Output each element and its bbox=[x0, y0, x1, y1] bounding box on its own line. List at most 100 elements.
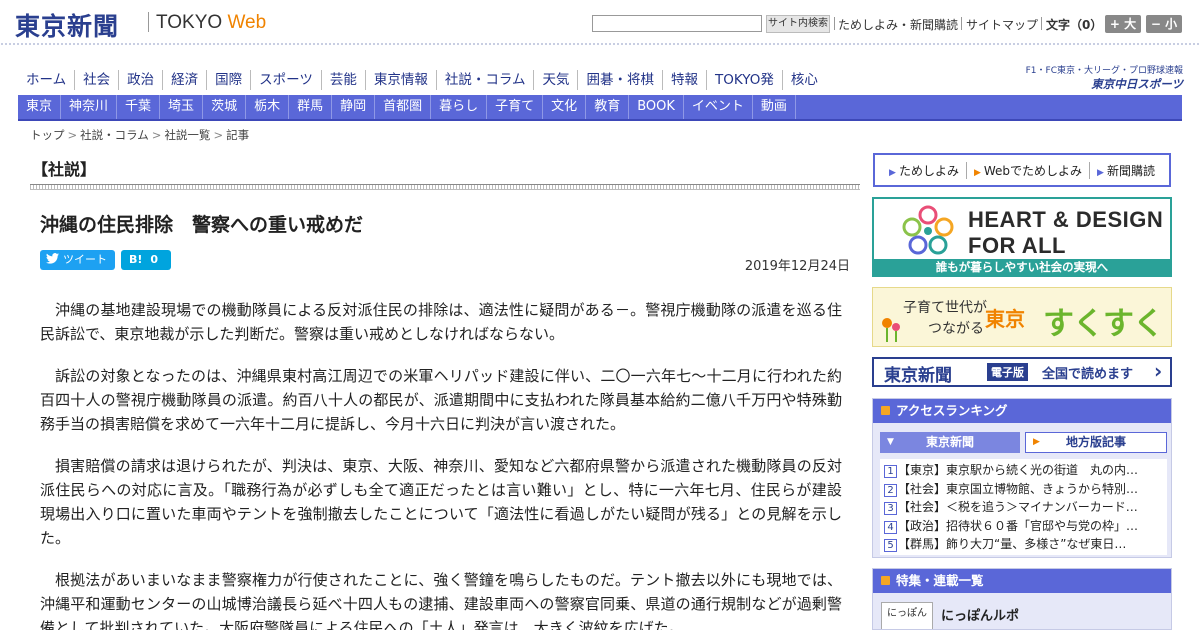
hatena-bookmark-button[interactable]: B! 0 bbox=[121, 250, 171, 270]
font-smaller-button[interactable]: − 小 bbox=[1146, 15, 1182, 33]
nav-sports[interactable]: スポーツ bbox=[250, 70, 321, 90]
subnav-culture[interactable]: 文化 bbox=[543, 95, 587, 119]
tab-local-articles[interactable]: ▶ 地方版記事 bbox=[1025, 432, 1167, 453]
nav-editorial-column[interactable]: 社説・コラム bbox=[435, 70, 534, 90]
nav-home[interactable]: ホーム bbox=[20, 70, 74, 90]
subnav-saitama[interactable]: 埼玉 bbox=[160, 95, 204, 119]
nav-society[interactable]: 社会 bbox=[74, 70, 118, 90]
subnav-shutoken[interactable]: 首都圏 bbox=[375, 95, 432, 119]
sukusuku-tokyo-text: 東京 bbox=[985, 307, 1025, 331]
font-larger-button[interactable]: + 大 bbox=[1105, 15, 1141, 33]
sukusuku-tagline-2: つながる bbox=[928, 321, 984, 337]
article-date: 2019年12月24日 bbox=[744, 259, 850, 274]
subnav-kosodate[interactable]: 子育て bbox=[487, 95, 544, 119]
tab-local-articles-label: 地方版記事 bbox=[1065, 435, 1126, 449]
ranking-list: 1 【東京】東京駅から続く光の街道 丸の内… 2 【社会】東京国立博物館、きょうから… bbox=[880, 459, 1167, 555]
header-divider bbox=[1041, 17, 1042, 30]
subnav-ibaraki[interactable]: 茨城 bbox=[203, 95, 247, 119]
arrow-right-icon: ▶ bbox=[973, 167, 981, 178]
feature-item-title[interactable]: にっぽんルポ bbox=[941, 605, 1019, 624]
article-headline: 沖縄の住民排除 警察への重い戒めだ bbox=[40, 214, 364, 236]
access-ranking-title: アクセスランキング bbox=[896, 403, 1008, 418]
rank-number: 4 bbox=[884, 520, 897, 534]
breadcrumb-editorial-column[interactable]: 社説・コラム bbox=[80, 128, 149, 142]
web-trial-reading-label: Webでためしよみ bbox=[983, 163, 1083, 178]
ranking-item[interactable]: 4 【政治】招待状６０番「官邸や与党の枠」… bbox=[884, 517, 1163, 536]
web-trial-reading-link[interactable]: ▶ Webでためしよみ bbox=[965, 161, 1089, 179]
header-dotted-rule bbox=[0, 42, 1200, 47]
sitemap-link[interactable]: サイトマップ bbox=[966, 16, 1038, 33]
subnav-shizuoka[interactable]: 静岡 bbox=[332, 95, 376, 119]
site-search-button[interactable]: サイト内検索 bbox=[766, 15, 830, 33]
nav-tokyo-hatsu[interactable]: TOKYO発 bbox=[705, 70, 782, 90]
subnav-kurashi[interactable]: 暮らし bbox=[431, 95, 488, 119]
nav-go-shogi[interactable]: 囲碁・将棋 bbox=[577, 70, 662, 90]
subnav-chiba[interactable]: 千葉 bbox=[117, 95, 161, 119]
rank-number: 2 bbox=[884, 483, 897, 497]
sukusuku-tagline-1: 子育て世代が bbox=[903, 300, 987, 316]
features-header: 特集・連載一覧 bbox=[873, 569, 1171, 593]
breadcrumb: トップ > 社説・コラム > 社説一覧 > 記事 bbox=[30, 127, 249, 143]
access-ranking-header: アクセスランキング bbox=[873, 399, 1171, 423]
ranking-item[interactable]: 2 【社会】東京国立博物館、きょうから特別… bbox=[884, 480, 1163, 499]
subnav-tokyo[interactable]: 東京 bbox=[18, 95, 62, 119]
site-logo[interactable]: 東京新聞 bbox=[15, 7, 119, 43]
article-paragraph: 損害賠償の請求は退けられたが、判決は、東京、大阪、神奈川、愛知など六都府県警から… bbox=[40, 457, 842, 547]
nav-economy[interactable]: 経済 bbox=[162, 70, 206, 90]
chunichi-sports-logo: 東京中日スポーツ bbox=[1091, 77, 1183, 91]
ranking-item[interactable]: 5 【群馬】飾り大刀“量、多様さ”なぜ東日… bbox=[884, 535, 1163, 554]
logo-tokyo-text: TOKYO bbox=[156, 12, 223, 33]
chevron-right-icon: › bbox=[1154, 359, 1163, 383]
subnav-gunma[interactable]: 群馬 bbox=[289, 95, 333, 119]
chunichi-sports-link[interactable]: F1・FC東京・大リーグ・プロ野球速報 東京中日スポーツ bbox=[1018, 63, 1183, 93]
features-list: 特集・連載一覧 にっぽん にっぽんルポ bbox=[872, 568, 1172, 630]
subnav-tochigi[interactable]: 栃木 bbox=[246, 95, 290, 119]
header-divider bbox=[834, 17, 835, 30]
square-bullet-icon bbox=[881, 576, 890, 585]
logo-divider bbox=[148, 12, 149, 32]
heart-design-for-all-banner[interactable]: HEART & DESIGN FOR ALL 誰もが暮らしやすい社会の実現へ bbox=[872, 197, 1172, 277]
tokyo-sukusuku-banner[interactable]: 子育て世代が つながる 東京 すくすく bbox=[872, 287, 1172, 347]
subnav-kanagawa[interactable]: 神奈川 bbox=[61, 95, 118, 119]
ranking-item[interactable]: 3 【社会】＜税を追う＞マイナンバーカード… bbox=[884, 498, 1163, 517]
digital-edition-banner[interactable]: 東京新聞 電子版 全国で読めます › bbox=[872, 357, 1172, 387]
nav-tokuhou[interactable]: 特報 bbox=[661, 70, 706, 90]
breadcrumb-top[interactable]: トップ bbox=[30, 128, 65, 142]
digital-edition-badge: 電子版 bbox=[987, 363, 1028, 381]
tokyo-web-logo[interactable]: TOKYO Web bbox=[156, 12, 266, 34]
nav-tokyo-info[interactable]: 東京情報 bbox=[364, 70, 436, 90]
heart-design-caption: 誰もが暮らしやすい社会の実現へ bbox=[874, 259, 1170, 275]
triangle-right-icon: ▶ bbox=[1033, 437, 1040, 447]
heart-flower-logo-icon bbox=[902, 205, 954, 255]
font-size-label: 文字（0） bbox=[1046, 18, 1103, 32]
tweet-button[interactable]: ツイート bbox=[40, 250, 115, 270]
section-title: 【社説】 bbox=[32, 160, 97, 179]
subscribe-link[interactable]: ためしよみ・新聞購読 bbox=[838, 16, 958, 33]
search-input[interactable] bbox=[592, 15, 762, 32]
hatena-bookmark-count: 0 bbox=[150, 253, 159, 266]
ranking-item-title: 【群馬】飾り大刀“量、多様さ”なぜ東日… bbox=[898, 537, 1127, 551]
nav-kakushin[interactable]: 核心 bbox=[781, 70, 826, 90]
chunichi-sports-tagline: F1・FC東京・大リーグ・プロ野球速報 bbox=[1025, 66, 1183, 76]
tweet-label: ツイート bbox=[63, 253, 107, 266]
nav-weather[interactable]: 天気 bbox=[533, 70, 577, 90]
tab-tokyo-shimbun[interactable]: ▼ 東京新聞 bbox=[880, 432, 1020, 453]
rank-number: 5 bbox=[884, 539, 897, 552]
nav-politics[interactable]: 政治 bbox=[118, 70, 162, 90]
twitter-bird-icon bbox=[46, 253, 59, 264]
subnav-video[interactable]: 動画 bbox=[753, 95, 796, 119]
nav-world[interactable]: 国際 bbox=[206, 70, 250, 90]
subnav-book[interactable]: BOOK bbox=[629, 95, 684, 119]
heart-design-title: HEART & DESIGN bbox=[968, 207, 1164, 232]
breadcrumb-current: 記事 bbox=[226, 128, 250, 142]
subnav-education[interactable]: 教育 bbox=[586, 95, 630, 119]
nav-entertainment[interactable]: 芸能 bbox=[320, 70, 365, 90]
feature-thumbnail[interactable]: にっぽん bbox=[881, 602, 933, 629]
trial-reading-link[interactable]: ▶ ためしよみ bbox=[882, 162, 966, 179]
subscribe-newspaper-link[interactable]: ▶ 新聞購読 bbox=[1089, 161, 1162, 179]
breadcrumb-editorial-list[interactable]: 社説一覧 bbox=[164, 128, 210, 142]
subnav-event[interactable]: イベント bbox=[684, 95, 753, 119]
digital-edition-logo: 東京新聞 bbox=[884, 366, 952, 386]
ranking-item[interactable]: 1 【東京】東京駅から続く光の街道 丸の内… bbox=[884, 461, 1163, 480]
region-navigation: 東京 神奈川 千葉 埼玉 茨城 栃木 群馬 静岡 首都圏 暮らし 子育て 文化 … bbox=[18, 95, 1182, 121]
